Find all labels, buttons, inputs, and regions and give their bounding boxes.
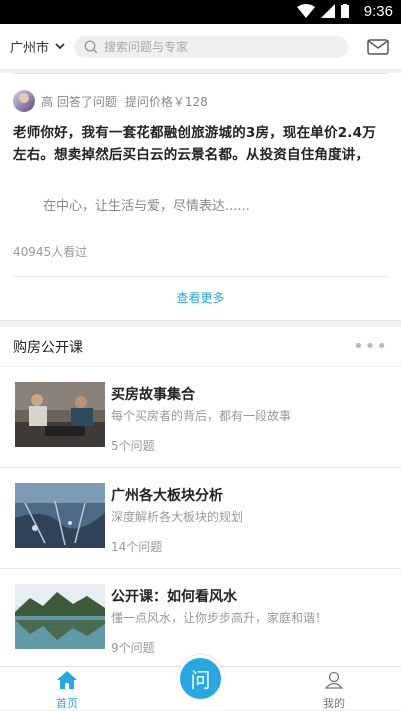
search-bar[interactable] bbox=[74, 35, 348, 58]
course-description: 每个买房者的背后，都有一段故事 bbox=[111, 409, 292, 423]
ask-question-button[interactable]: 问 bbox=[177, 655, 224, 702]
tab-me-label: 我的 bbox=[323, 697, 345, 710]
question-count: 5个问题 bbox=[111, 439, 155, 453]
answer-excerpt: 在中心，让生活与爱，尽情表达...... bbox=[43, 199, 250, 214]
question-price: 提问价格￥128 bbox=[124, 94, 208, 109]
course-title: 公开课：如何看风水 bbox=[111, 589, 237, 605]
chevron-down-icon bbox=[55, 43, 65, 50]
see-more-link[interactable]: 查看更多 bbox=[13, 289, 388, 306]
search-input[interactable] bbox=[104, 39, 324, 54]
search-icon bbox=[84, 39, 98, 53]
tab-me[interactable]: 我的 bbox=[304, 671, 364, 711]
answerer-text: 高 回答了问题 bbox=[41, 94, 117, 109]
avatar[interactable] bbox=[13, 90, 35, 112]
view-count: 40945人看过 bbox=[13, 243, 388, 277]
course-item[interactable]: 公开课：如何看风水 懂一点风水，让你步步高升，家庭和谐！ 9个问题 bbox=[0, 569, 401, 666]
section-header: 购房公开课 ••• bbox=[0, 327, 401, 367]
top-bar: 广州市 bbox=[0, 24, 401, 70]
user-icon bbox=[324, 671, 344, 689]
course-description: 深度解析各大板块的规划 bbox=[111, 510, 244, 524]
course-title: 广州各大板块分析 bbox=[111, 488, 223, 504]
course-title: 买房故事集合 bbox=[111, 387, 195, 403]
course-thumbnail bbox=[15, 584, 105, 649]
tab-home-label: 首页 bbox=[56, 697, 78, 710]
divider bbox=[13, 73, 388, 74]
answerer-row: 高 回答了问题 提问价格￥128 bbox=[13, 90, 388, 112]
question-text[interactable]: 老师你好，我有一套花都融创旅游城的3房，现在单价2.4万左右。想卖掉然后买白云的… bbox=[13, 122, 388, 166]
course-description: 懂一点风水，让你步步高升，家庭和谐！ bbox=[111, 611, 328, 625]
city-label: 广州市 bbox=[10, 41, 50, 56]
section-title: 购房公开课 bbox=[13, 339, 83, 356]
question-count: 9个问题 bbox=[111, 641, 155, 655]
course-item[interactable]: 广州各大板块分析 深度解析各大板块的规划 14个问题 bbox=[0, 468, 401, 569]
mail-icon[interactable] bbox=[367, 38, 389, 55]
question-count: 14个问题 bbox=[111, 540, 163, 554]
status-time: 9:36 bbox=[363, 3, 393, 20]
course-item[interactable]: 买房故事集合 每个买房者的背后，都有一段故事 5个问题 bbox=[0, 367, 401, 468]
answer-card[interactable]: 高 回答了问题 提问价格￥128 老师你好，我有一套花都融创旅游城的3房，现在单… bbox=[0, 73, 401, 321]
city-selector[interactable]: 广州市 bbox=[10, 37, 74, 56]
status-bar: 9:36 bbox=[0, 0, 401, 24]
feed[interactable]: 高 回答了问题 提问价格￥128 老师你好，我有一套花都融创旅游城的3房，现在单… bbox=[0, 70, 401, 666]
wifi-icon bbox=[297, 4, 315, 18]
course-thumbnail bbox=[15, 382, 105, 447]
course-thumbnail bbox=[15, 483, 105, 548]
signal-icon bbox=[321, 4, 335, 18]
battery-icon bbox=[341, 4, 349, 18]
home-icon bbox=[57, 671, 77, 689]
more-options-icon[interactable]: ••• bbox=[353, 336, 388, 357]
tab-home[interactable]: 首页 bbox=[37, 671, 97, 711]
